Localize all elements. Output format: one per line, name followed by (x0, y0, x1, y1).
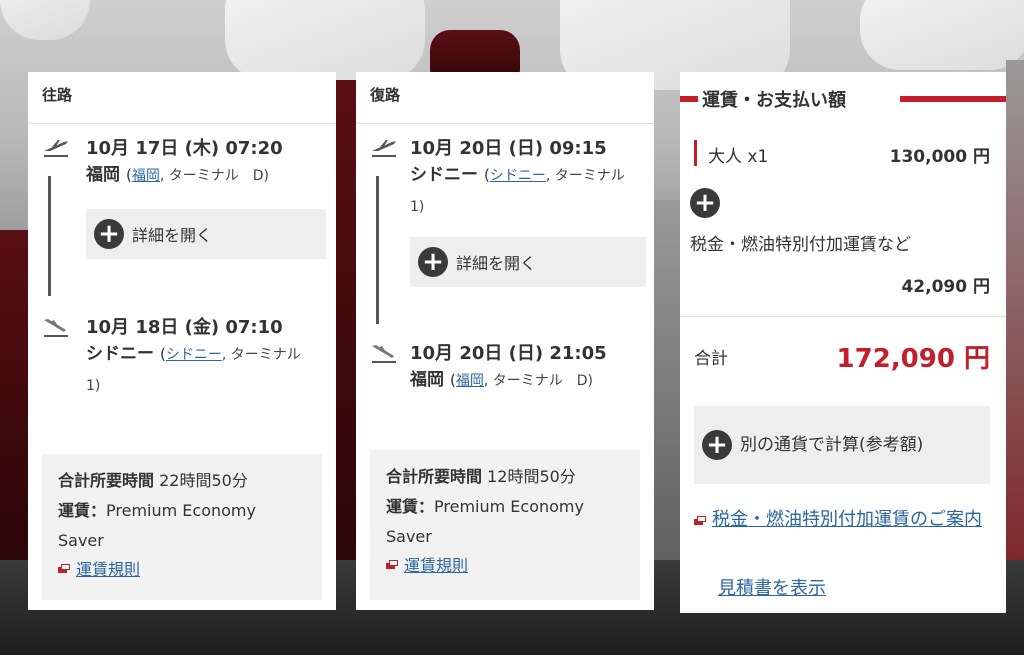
route-line (376, 176, 379, 324)
total-time-value: 12時間50分 (487, 467, 576, 486)
external-link-icon (694, 516, 706, 525)
outbound-details-toggle[interactable]: + 詳細を開く (86, 209, 326, 259)
external-link-icon (58, 563, 70, 573)
plus-icon: + (418, 247, 448, 277)
total-time-label: 合計所要時間 (386, 467, 483, 486)
tax-info-link[interactable]: 税金・燃油特別付加運賃のご案内 (694, 504, 994, 536)
departure-airport-link[interactable]: シドニー (490, 168, 546, 184)
total-time-value: 22時間50分 (159, 471, 248, 490)
plus-icon: + (702, 430, 732, 460)
fare-panel: 運賃・お支払い額 大人 x1 130,000 円 + 税金・燃油特別付加運賃など… (680, 72, 1006, 613)
fare-title: 運賃・お支払い額 (680, 86, 1006, 112)
route-line (48, 176, 51, 296)
departure-city: シドニー (410, 165, 478, 185)
landing-icon (372, 345, 396, 363)
arrival-place: シドニー (シドニー, ターミナル 1) (86, 344, 315, 394)
outbound-heading: 往路 (28, 72, 336, 124)
adult-marker (694, 140, 697, 166)
other-currency-label: 別の通貨で計算(参考額) (740, 435, 924, 455)
total-time-label: 合計所要時間 (58, 471, 155, 490)
departure-time: 10月 17日 (木) 07:20 (86, 138, 283, 159)
tax-amount: 42,090 円 (901, 277, 990, 297)
return-panel: 復路 10月 20日 (日) 09:15 シドニー (シドニー, ターミナル 1)… (356, 72, 654, 610)
fare-rules-link[interactable]: 運賃規則 (58, 556, 306, 580)
arrival-city: シドニー (86, 344, 154, 364)
landing-icon (44, 319, 68, 337)
departure-airport-link[interactable]: 福岡 (132, 168, 160, 184)
plus-icon: + (94, 219, 124, 249)
outbound-summary: 合計所要時間 22時間50分 運賃：Premium Economy Saver … (42, 454, 322, 600)
other-currency-toggle[interactable]: + 別の通貨で計算(参考額) (694, 406, 990, 484)
arrival-airport-link[interactable]: シドニー (166, 347, 222, 363)
arrival-city: 福岡 (410, 370, 444, 390)
outbound-panel: 往路 10月 17日 (木) 07:20 福岡 (福岡, ターミナル D) + 詳… (28, 72, 336, 610)
fare-label: 運賃： (386, 497, 435, 516)
return-heading: 復路 (356, 72, 654, 124)
fare-rules-link[interactable]: 運賃規則 (386, 552, 624, 576)
fare-title-text: 運賃・お支払い額 (698, 86, 850, 112)
external-link-icon (386, 559, 398, 569)
adult-amount: 130,000 円 (889, 147, 990, 167)
departure-place: シドニー (シドニー, ターミナル 1) (410, 165, 639, 215)
arrival-terminal: , ターミナル D) (483, 373, 594, 389)
takeoff-icon (44, 140, 68, 157)
arrival-time: 10月 18日 (金) 07:10 (86, 317, 283, 338)
arrival-time: 10月 20日 (日) 21:05 (410, 343, 607, 364)
details-label: 詳細を開く (132, 226, 213, 245)
plus-icon[interactable]: + (690, 188, 720, 218)
total-label: 合計 (694, 349, 728, 369)
departure-city: 福岡 (86, 165, 120, 185)
departure-place: 福岡 (福岡, ターミナル D) (86, 165, 270, 185)
total-amount: 172,090 円 (836, 344, 990, 374)
arrival-place: 福岡 (福岡, ターミナル D) (410, 370, 594, 390)
return-summary: 合計所要時間 12時間50分 運賃：Premium Economy Saver … (370, 450, 640, 600)
adult-label: 大人 x1 (708, 147, 769, 167)
departure-terminal: , ターミナル D) (159, 168, 270, 184)
return-details-toggle[interactable]: + 詳細を開く (410, 237, 646, 287)
departure-time: 10月 20日 (日) 09:15 (410, 138, 607, 159)
takeoff-icon (372, 140, 396, 157)
details-label: 詳細を開く (456, 254, 537, 273)
estimate-link[interactable]: 見積書を表示 (718, 574, 826, 600)
fare-label: 運賃： (58, 501, 107, 520)
arrival-airport-link[interactable]: 福岡 (456, 373, 484, 389)
tax-label: 税金・燃油特別付加運賃など (690, 235, 911, 255)
